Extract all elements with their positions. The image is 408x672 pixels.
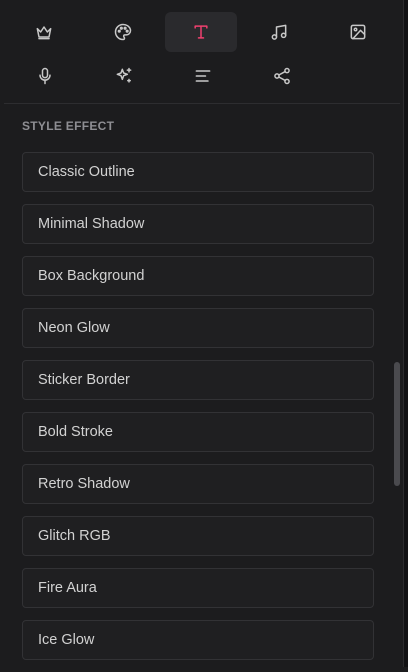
tab-text[interactable] — [164, 12, 238, 52]
palette-icon — [114, 23, 131, 41]
toolbar-row-1 — [4, 12, 396, 54]
tab-effects[interactable] — [87, 56, 160, 96]
style-option-bold-stroke[interactable]: Bold Stroke — [22, 412, 374, 452]
sparkles-icon — [116, 67, 131, 83]
style-option-retro-shadow[interactable]: Retro Shadow — [22, 464, 374, 504]
style-option-minimal-shadow[interactable]: Minimal Shadow — [22, 204, 374, 244]
image-icon — [350, 24, 366, 40]
tool-toolbar — [4, 12, 396, 100]
style-option-fire-aura[interactable]: Fire Aura — [22, 568, 374, 608]
tab-image[interactable] — [322, 12, 394, 52]
crown-icon — [36, 26, 52, 40]
tab-voice[interactable] — [8, 56, 81, 96]
tab-music[interactable] — [243, 12, 315, 52]
window-edge — [404, 0, 408, 667]
align-left-icon — [195, 70, 210, 82]
style-option-classic-outline[interactable]: Classic Outline — [22, 152, 374, 192]
style-option-sticker-border[interactable]: Sticker Border — [22, 360, 374, 400]
style-option-neon-glow[interactable]: Neon Glow — [22, 308, 374, 348]
editor-panel: STYLE EFFECT Classic Outline Minimal Sha… — [0, 0, 404, 667]
music-icon — [272, 24, 287, 40]
scrollbar-thumb[interactable] — [394, 362, 400, 486]
text-icon — [194, 25, 208, 39]
microphone-icon — [38, 67, 51, 85]
share-icon — [273, 67, 290, 85]
tab-align[interactable] — [166, 56, 239, 96]
toolbar-divider — [4, 103, 400, 104]
tab-premium[interactable] — [8, 12, 80, 52]
section-title: STYLE EFFECT — [22, 119, 115, 133]
style-option-ice-glow[interactable]: Ice Glow — [22, 620, 374, 660]
toolbar-row-2 — [4, 56, 396, 98]
tab-share[interactable] — [245, 56, 318, 96]
style-effect-list: Classic Outline Minimal Shadow Box Backg… — [22, 152, 374, 672]
style-option-box-background[interactable]: Box Background — [22, 256, 374, 296]
tab-color[interactable] — [86, 12, 158, 52]
style-option-glitch-rgb[interactable]: Glitch RGB — [22, 516, 374, 556]
